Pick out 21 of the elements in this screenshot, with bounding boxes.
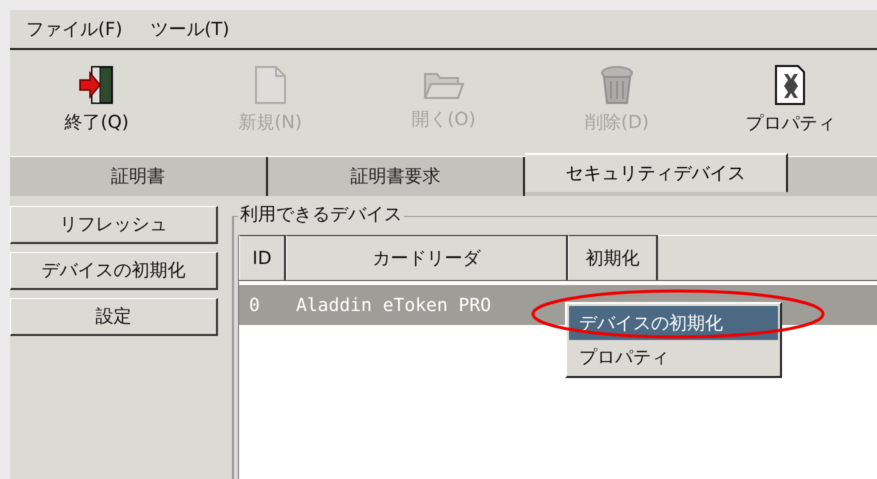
context-menu-item[interactable]: プロパティ (569, 340, 778, 374)
side-button[interactable]: リフレッシュ (10, 206, 218, 244)
column-header[interactable]: 初期化 (568, 235, 658, 280)
exit-door-icon (78, 64, 116, 104)
tab[interactable]: セキュリティデバイス (525, 153, 788, 192)
menu-item[interactable]: ツール(T) (150, 16, 230, 42)
menu-item[interactable]: ファイル(F) (26, 16, 122, 42)
table-cell-text: 0 (248, 294, 261, 318)
table-cell-text: Aladdin eToken PRO (295, 294, 492, 318)
side-button[interactable]: 設定 (10, 298, 218, 336)
column-header[interactable]: ID (239, 235, 286, 280)
toolbar-button[interactable]: 終了(Q) (10, 55, 184, 145)
document-icon (253, 64, 288, 104)
column-header[interactable]: カードリーダ (286, 235, 568, 280)
tab[interactable]: 証明書 (10, 157, 268, 196)
toolbar-button[interactable]: プロパティ (704, 55, 877, 145)
side-button[interactable]: デバイスの初期化 (10, 252, 218, 290)
context-menu-item[interactable]: デバイスの初期化 (569, 306, 778, 340)
group-title: 利用できるデバイス (238, 204, 404, 226)
trash-can-icon (598, 64, 635, 104)
properties-document-icon (773, 64, 808, 106)
